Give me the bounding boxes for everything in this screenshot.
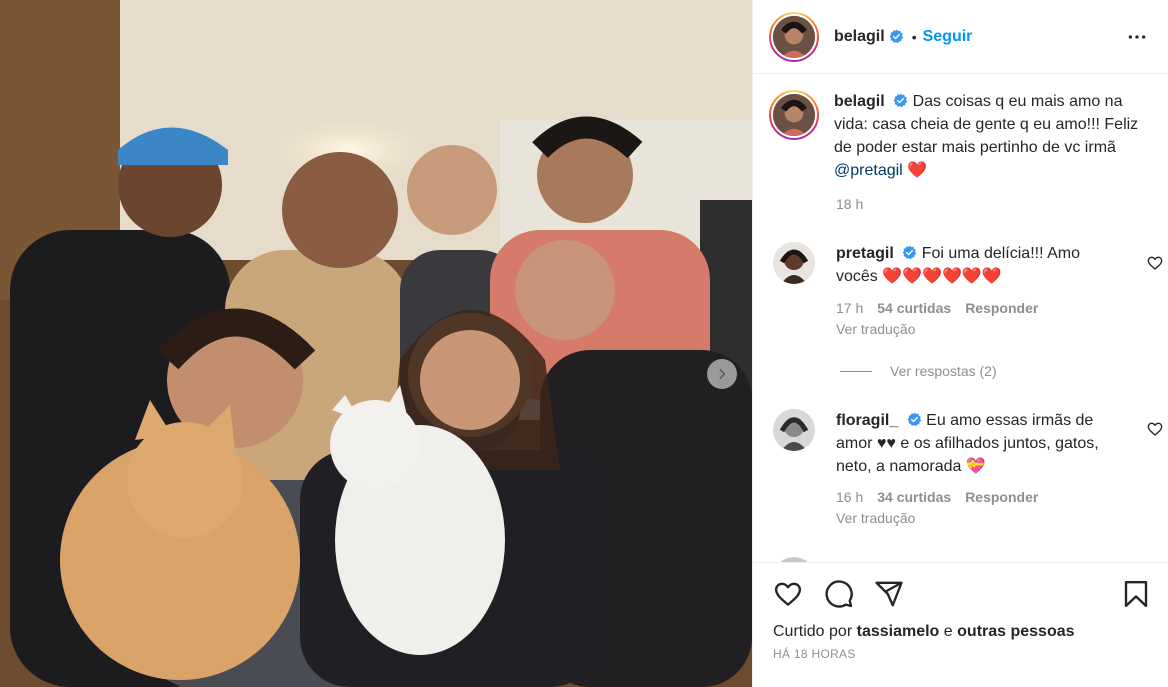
author-avatar[interactable] [769, 11, 819, 62]
liked-by-others[interactable]: outras pessoas [957, 623, 1074, 640]
verified-badge-icon [893, 93, 908, 108]
verified-badge-icon [889, 29, 903, 44]
carousel-next-button[interactable] [707, 359, 737, 389]
share-button[interactable] [874, 579, 904, 609]
comment-timestamp[interactable]: 16 h [836, 489, 863, 505]
group-photo-image [0, 0, 752, 687]
see-translation-link[interactable]: Ver tradução [836, 510, 915, 526]
post-actions: Curtido por tassiamelo e outras pessoas … [753, 562, 1168, 687]
comment-text: pretagil Foi uma delícia!!! Amo vocês ❤️… [836, 242, 1106, 288]
caption-timestamp[interactable]: 18 h [836, 196, 863, 212]
share-icon [875, 581, 903, 607]
comment-likes-count[interactable]: 34 curtidas [877, 489, 951, 505]
comment-reply-button[interactable]: Responder [965, 489, 1038, 505]
comment-avatar[interactable] [773, 242, 815, 284]
comment-likes-count[interactable]: 54 curtidas [877, 300, 951, 316]
post-photo[interactable] [0, 0, 752, 687]
comment-icon [825, 580, 853, 608]
heart-icon [774, 582, 802, 606]
caption-author-avatar[interactable] [769, 90, 819, 140]
comment-text: floragil_ Eu amo essas irmãs de amor ♥♥ … [836, 409, 1106, 478]
comment-avatar-image [773, 409, 815, 451]
comment-avatar[interactable] [773, 409, 815, 451]
comment-button[interactable] [824, 579, 854, 609]
post-timestamp[interactable]: HÁ 18 HORAS [773, 647, 856, 661]
replies-divider [840, 370, 872, 372]
view-replies-button[interactable]: Ver respostas (2) [840, 363, 997, 379]
liked-by-user[interactable]: tassiamelo [857, 623, 940, 640]
liked-by-prefix: Curtido por [773, 623, 853, 640]
view-replies-label: Ver respostas (2) [890, 363, 997, 379]
comment-meta: 16 h 34 curtidas Responder [836, 489, 1038, 505]
comment-username[interactable]: pretagil [836, 245, 894, 262]
post-header: belagil • Seguir [753, 0, 1168, 74]
more-options-icon[interactable] [1127, 27, 1147, 47]
comment-heart-icon[interactable] [1147, 255, 1163, 271]
comment-timestamp[interactable]: 17 h [836, 300, 863, 316]
post-caption: belagil Das coisas q eu mais amo na vida… [769, 90, 1161, 182]
author-username[interactable]: belagil [834, 28, 885, 46]
verified-badge-icon [907, 412, 921, 427]
comment-username[interactable]: floragil_ [836, 412, 898, 429]
caption-username[interactable]: belagil [834, 93, 885, 110]
liked-by-conj: e [943, 623, 953, 640]
verified-badge-icon [902, 245, 917, 260]
liked-by-text: Curtido por tassiamelo e outras pessoas [773, 623, 1075, 641]
chevron-right-icon [719, 369, 726, 379]
save-button[interactable] [1121, 579, 1151, 609]
comment-meta: 17 h 54 curtidas Responder [836, 300, 1038, 316]
caption-emoji: ❤️ [907, 162, 928, 179]
follow-button[interactable]: Seguir [923, 28, 973, 46]
like-button[interactable] [773, 579, 803, 609]
comment-reply-button[interactable]: Responder [965, 300, 1038, 316]
comment-avatar-image [773, 242, 815, 284]
post-side-panel: belagil • Seguir belagil Das coisas q eu… [752, 0, 1168, 687]
comment-heart-icon[interactable] [1147, 421, 1163, 437]
header-separator: • [911, 28, 917, 45]
author-avatar-image [773, 15, 815, 58]
caption-text: belagil Das coisas q eu mais amo na vida… [834, 90, 1144, 182]
bookmark-icon [1124, 580, 1148, 608]
caption-avatar-image [773, 94, 815, 136]
caption-mention-link[interactable]: @pretagil [834, 162, 903, 179]
see-translation-link[interactable]: Ver tradução [836, 321, 915, 337]
